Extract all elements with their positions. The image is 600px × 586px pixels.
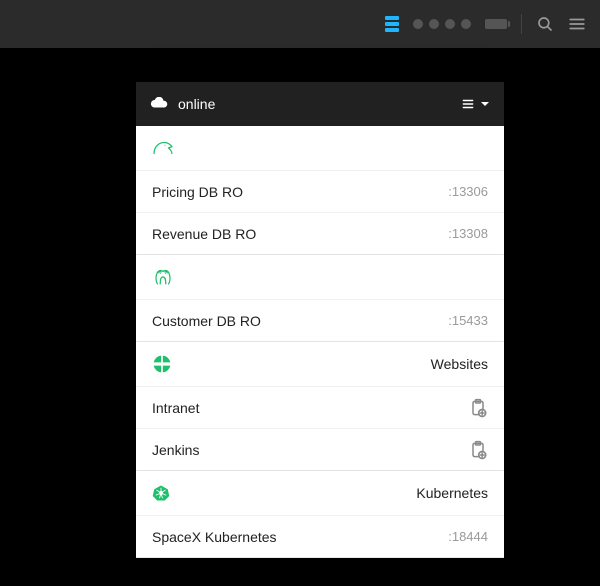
- connections-panel: online: [136, 82, 504, 558]
- connection-port: :13308: [448, 226, 488, 241]
- titlebar: [0, 0, 600, 48]
- status-dot: [413, 19, 423, 29]
- status-dots: [413, 19, 471, 29]
- mysql-dolphin-icon: [152, 138, 174, 158]
- divider: [521, 14, 522, 34]
- battery-icon: [485, 19, 507, 29]
- section-label: Websites: [431, 356, 488, 372]
- cloud-icon: [150, 96, 168, 112]
- section-postgres: Customer DB RO :15433: [136, 255, 504, 342]
- search-icon[interactable]: [536, 15, 554, 33]
- section-head-kubernetes[interactable]: Kubernetes: [136, 471, 504, 515]
- connection-name: SpaceX Kubernetes: [152, 529, 277, 545]
- connection-port: :15433: [448, 313, 488, 328]
- status-dot: [461, 19, 471, 29]
- connection-row[interactable]: Revenue DB RO :13308: [136, 212, 504, 254]
- panel-header: online: [136, 82, 504, 126]
- section-head-websites[interactable]: Websites: [136, 342, 504, 386]
- app-window: online: [0, 0, 600, 586]
- connection-row[interactable]: Pricing DB RO :13306: [136, 170, 504, 212]
- connection-name: Customer DB RO: [152, 313, 261, 329]
- section-head-mysql[interactable]: [136, 126, 504, 170]
- section-mysql: Pricing DB RO :13306 Revenue DB RO :1330…: [136, 126, 504, 255]
- connection-row[interactable]: Intranet: [136, 386, 504, 428]
- status-dot: [445, 19, 455, 29]
- status-dot: [429, 19, 439, 29]
- postgres-elephant-icon: [152, 266, 174, 288]
- section-head-postgres[interactable]: [136, 255, 504, 299]
- connection-name: Intranet: [152, 400, 199, 416]
- status-label: online: [178, 96, 215, 112]
- section-websites: Websites Intranet Jenkins: [136, 342, 504, 471]
- connection-row[interactable]: Jenkins: [136, 428, 504, 470]
- panel-menu-button[interactable]: [460, 97, 490, 111]
- clipboard-add-icon[interactable]: [468, 398, 488, 418]
- clipboard-add-icon[interactable]: [468, 440, 488, 460]
- section-label: Kubernetes: [416, 485, 488, 501]
- server-status-icon[interactable]: [385, 16, 399, 32]
- connection-name: Revenue DB RO: [152, 226, 256, 242]
- globe-icon: [152, 354, 172, 374]
- kubernetes-icon: [152, 484, 170, 502]
- connection-port: :13306: [448, 184, 488, 199]
- connection-name: Jenkins: [152, 442, 199, 458]
- connection-row[interactable]: SpaceX Kubernetes :18444: [136, 515, 504, 557]
- connection-port: :18444: [448, 529, 488, 544]
- section-kubernetes: Kubernetes SpaceX Kubernetes :18444: [136, 471, 504, 558]
- hamburger-menu-icon[interactable]: [568, 15, 586, 33]
- connection-row[interactable]: Customer DB RO :15433: [136, 299, 504, 341]
- connection-name: Pricing DB RO: [152, 184, 243, 200]
